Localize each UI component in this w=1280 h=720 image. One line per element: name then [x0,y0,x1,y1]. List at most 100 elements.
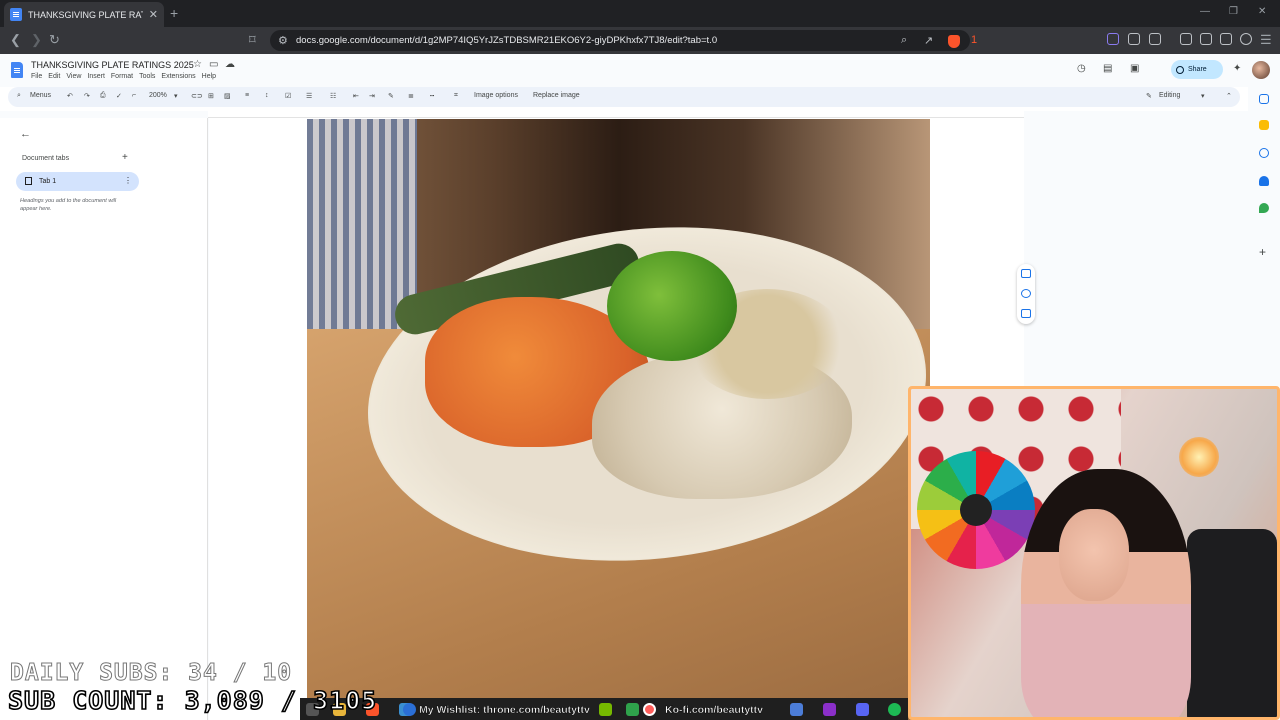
discord-icon[interactable] [856,703,869,716]
undo-icon[interactable]: ↶ [67,92,73,100]
menu-edit[interactable]: Edit [48,73,60,80]
document-tab-1[interactable]: Tab 1 ⋮ [16,172,139,191]
tab-label: Tab 1 [39,178,57,185]
zoom-select[interactable]: 200% [149,92,167,99]
star-icon[interactable]: ☆ [193,59,202,70]
share-page-icon[interactable]: ↗ [924,34,933,47]
menu-view[interactable]: View [66,73,81,80]
contacts-icon[interactable] [1259,176,1269,186]
move-folder-icon[interactable]: ▭ [209,59,218,70]
menu-tools[interactable]: Tools [139,73,155,80]
add-tab-button[interactable]: + [122,152,128,163]
extensions-puzzle-icon[interactable] [1128,33,1140,45]
nvidia-icon[interactable] [599,703,612,716]
border-weight-icon[interactable]: ≣ [408,92,414,100]
redo-icon[interactable]: ↷ [84,92,90,100]
maps-icon[interactable] [1259,203,1269,213]
document-title[interactable]: THANKSGIVING PLATE RATINGS 2025 [31,60,194,70]
collapse-toolbar-icon[interactable]: ⌃ [1226,92,1232,100]
wallet-icon[interactable] [1149,33,1161,45]
comments-icon[interactable]: ▤ [1103,63,1112,74]
thanksgiving-plate-image[interactable] [307,119,930,720]
spotify-icon[interactable] [888,703,901,716]
new-tab-button[interactable]: + [170,5,178,21]
site-info-icon[interactable]: ⚙ [278,34,288,47]
browser-tab[interactable]: THANKSGIVING PLATE RATINGS ✕ [4,2,164,27]
print-icon[interactable]: ⎙ [100,92,106,100]
browser-tab-strip: THANKSGIVING PLATE RATINGS ✕ + — ❐ ✕ [0,0,1280,27]
numbered-list-icon[interactable]: ☷ [330,92,336,100]
border-dash-icon[interactable]: ┅ [430,92,434,100]
brave-shields-icon[interactable] [948,35,960,48]
editing-mode-select[interactable]: Editing [1159,92,1180,99]
address-bar[interactable]: ⚙ docs.google.com/document/d/1g2MP74IQ5Y… [270,30,977,51]
throne-icon [403,703,416,716]
share-label: Share [1188,66,1207,73]
close-window-button[interactable]: ✕ [1258,6,1266,17]
image-options-button[interactable]: Image options [474,92,518,99]
browser-menu-icon[interactable]: ☰ [1260,32,1272,48]
menu-format[interactable]: Format [111,73,133,80]
replace-image-button[interactable]: Replace image [533,92,580,99]
webcam-overlay [908,386,1280,720]
increase-indent-icon[interactable]: ⇥ [369,92,375,100]
downloads-icon[interactable] [1220,33,1232,45]
checklist-icon[interactable]: ☑ [285,92,291,100]
search-menus-label[interactable]: Menus [30,92,51,99]
tab-search-icon[interactable] [1200,33,1212,45]
spellcheck-icon[interactable]: ✓ [116,92,122,100]
obs-icon[interactable] [823,703,836,716]
sidebar-icon[interactable] [1180,33,1192,45]
line-spacing-icon[interactable]: ↕ [265,92,269,99]
prize-wheel-center [960,494,992,526]
suggest-edits-icon[interactable] [1021,309,1031,318]
extension-icon[interactable] [1107,33,1119,45]
minimize-window-button[interactable]: — [1200,6,1210,17]
forward-icon[interactable]: ❯ [31,32,42,48]
back-icon[interactable]: ❮ [10,32,21,48]
add-app-icon[interactable]: + [1259,246,1269,258]
share-button[interactable]: Share [1171,60,1223,79]
close-tab-icon[interactable]: ✕ [149,8,158,21]
paint-format-icon[interactable]: ⌐ [132,92,136,99]
tab-more-icon[interactable]: ⋮ [124,176,132,185]
insert-image-icon[interactable]: ▨ [224,92,231,100]
zoom-icon[interactable]: ⌕ [901,34,907,47]
maximize-window-button[interactable]: ❐ [1229,6,1238,17]
ruler[interactable] [208,111,1024,118]
border-color-icon[interactable]: ✎ [388,92,394,100]
taskbar-app-icon[interactable] [626,703,639,716]
kofi-icon [643,703,656,716]
crop-icon[interactable]: ⌗ [454,92,458,100]
vpn-icon[interactable] [1240,33,1252,45]
menu-file[interactable]: File [31,73,42,80]
decrease-indent-icon[interactable]: ⇤ [353,92,359,100]
cloud-status-icon[interactable]: ☁ [225,59,235,70]
search-menus-icon[interactable]: ⌕ [17,92,21,100]
pencil-icon: ✎ [1146,93,1152,100]
back-arrow-icon[interactable]: ← [20,128,31,140]
add-comment-icon[interactable]: ⊞ [208,92,214,100]
add-comment-icon[interactable] [1021,269,1031,278]
menu-help[interactable]: Help [202,73,216,80]
chevron-down-icon: ▾ [174,93,178,100]
docs-logo-icon[interactable] [11,62,23,78]
link-icon[interactable]: ⊂⊃ [191,92,203,100]
meet-icon[interactable]: ▣ [1130,63,1139,74]
brave-rewards-icon[interactable]: 1 [971,34,977,46]
menu-extensions[interactable]: Extensions [161,73,195,80]
keep-icon[interactable] [1259,120,1269,130]
gemini-icon[interactable]: ✦ [1233,63,1241,74]
tasks-icon[interactable] [1259,148,1269,158]
add-emoji-icon[interactable] [1021,289,1031,298]
version-history-icon[interactable]: ◷ [1077,63,1086,74]
bookmark-icon[interactable]: ⌑ [249,32,256,48]
outline-hint: Headings you add to the document will ap… [20,198,117,212]
avatar[interactable] [1252,61,1270,79]
align-icon[interactable]: ≡ [245,92,249,99]
menu-insert[interactable]: Insert [87,73,105,80]
reload-icon[interactable]: ↻ [49,32,60,48]
calendar-icon[interactable] [1259,94,1269,104]
bullet-list-icon[interactable]: ☰ [306,92,312,100]
taskbar-app-icon[interactable] [790,703,803,716]
